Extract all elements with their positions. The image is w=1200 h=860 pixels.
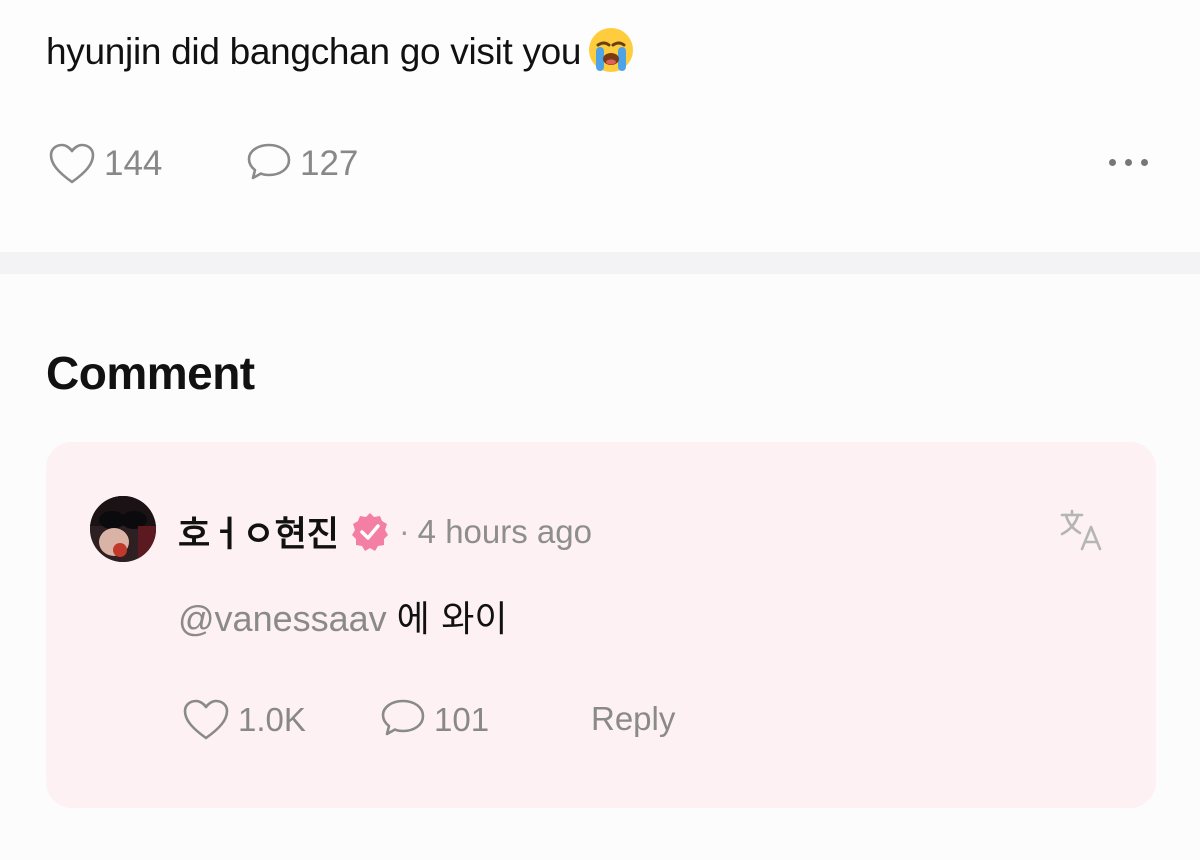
comment-like-button[interactable]: 1.0K (182, 698, 306, 742)
avatar[interactable] (90, 496, 156, 562)
comment-bubble-icon (381, 699, 425, 736)
post-body: hyunjin did bangchan go visit you (46, 30, 582, 72)
comment-meta: 호ㅓㅇ현진 · 4 hours ago (178, 506, 592, 557)
translate-icon (1060, 509, 1102, 551)
comment-text: 에 와이 (396, 599, 508, 640)
post-comment-count: 127 (300, 144, 359, 183)
heart-icon (49, 143, 95, 184)
more-dot-icon (1141, 158, 1148, 166)
verified-badge-icon (352, 512, 389, 551)
more-dot-icon (1109, 158, 1116, 166)
post-comment-button[interactable]: 127 (246, 142, 358, 186)
section-divider (0, 252, 1200, 274)
translate-button[interactable] (1058, 506, 1106, 554)
post: hyunjin did bangchan go visit you 144 12… (0, 0, 1200, 252)
comment-card: 호ㅓㅇ현진 · 4 hours ago @vanessaav 에 와이 1.0K (46, 442, 1156, 808)
meta-separator: · (399, 513, 410, 549)
comment-timestamp: 4 hours ago (417, 512, 592, 550)
comment-reply-count-button[interactable]: 101 (380, 698, 489, 742)
heart-icon (183, 699, 229, 740)
post-like-button[interactable]: 144 (48, 142, 162, 186)
author-name[interactable]: 호ㅓㅇ현진 (178, 506, 339, 557)
crying-face-emoji-icon (589, 28, 634, 72)
reply-button[interactable]: Reply (591, 700, 675, 738)
comment-section-heading: Comment (46, 347, 255, 399)
mention-link[interactable]: @vanessaav (178, 598, 387, 639)
comment-bubble-icon (247, 143, 291, 180)
comment-reply-count: 101 (434, 701, 490, 738)
comment-body: @vanessaav 에 와이 (178, 590, 507, 642)
comment-like-count: 1.0K (238, 701, 306, 738)
post-like-count: 144 (104, 144, 163, 183)
more-options-button[interactable] (1109, 150, 1148, 174)
post-text: hyunjin did bangchan go visit you (46, 28, 635, 78)
avatar-image (90, 496, 156, 562)
more-dot-icon (1125, 158, 1132, 166)
